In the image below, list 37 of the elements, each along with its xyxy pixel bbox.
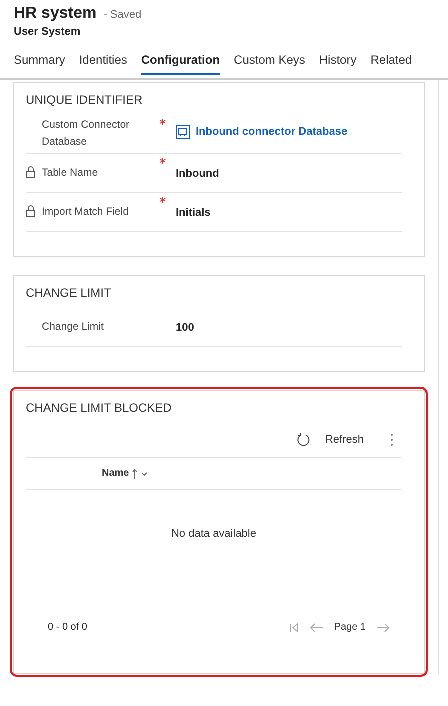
required-icon <box>160 119 166 125</box>
page-number: Page 1 <box>334 622 366 633</box>
required-icon <box>160 197 166 203</box>
tab[interactable]: History <box>319 53 357 75</box>
refresh-button[interactable]: Refresh <box>293 431 368 449</box>
field-label: Import Match Field <box>42 204 129 220</box>
field-value: Initials <box>176 207 211 219</box>
record-title: HR system <box>14 5 97 23</box>
column-header[interactable]: Name <box>100 466 150 481</box>
refresh-icon <box>297 433 312 447</box>
required-icon <box>160 158 166 164</box>
tab[interactable]: Related <box>370 53 412 75</box>
field-value: 100 <box>176 322 194 334</box>
lookup-link[interactable]: Inbound connector Database <box>176 124 348 138</box>
previous-page-icon[interactable] <box>310 622 324 632</box>
first-page-icon[interactable] <box>290 622 300 632</box>
tab[interactable]: Custom Keys <box>234 53 306 75</box>
tab[interactable]: Configuration <box>141 53 220 75</box>
section-title: CHANGE LIMIT BLOCKED <box>26 400 173 417</box>
save-status: - Saved <box>104 9 142 21</box>
sort-icon <box>132 468 148 478</box>
next-page-icon[interactable] <box>376 622 390 632</box>
lock-icon <box>26 166 36 178</box>
empty-message: No data available <box>171 527 256 540</box>
field-value: Inbound <box>176 168 220 180</box>
record-count: 0 - 0 of 0 <box>48 622 88 633</box>
field-label: Table Name <box>42 166 98 180</box>
tab[interactable]: Summary <box>14 53 66 75</box>
tab[interactable]: Identities <box>79 53 128 75</box>
connector-icon <box>176 124 190 138</box>
record-subtitle: User System <box>14 26 82 38</box>
section-title: CHANGE LIMIT <box>26 285 112 302</box>
section-title: UNIQUE IDENTIFIER <box>26 92 144 109</box>
lock-icon <box>26 204 36 216</box>
field-label: Custom Connector Database <box>42 118 131 150</box>
more-options-icon[interactable] <box>390 433 394 447</box>
field-label: Change Limit <box>42 320 104 334</box>
